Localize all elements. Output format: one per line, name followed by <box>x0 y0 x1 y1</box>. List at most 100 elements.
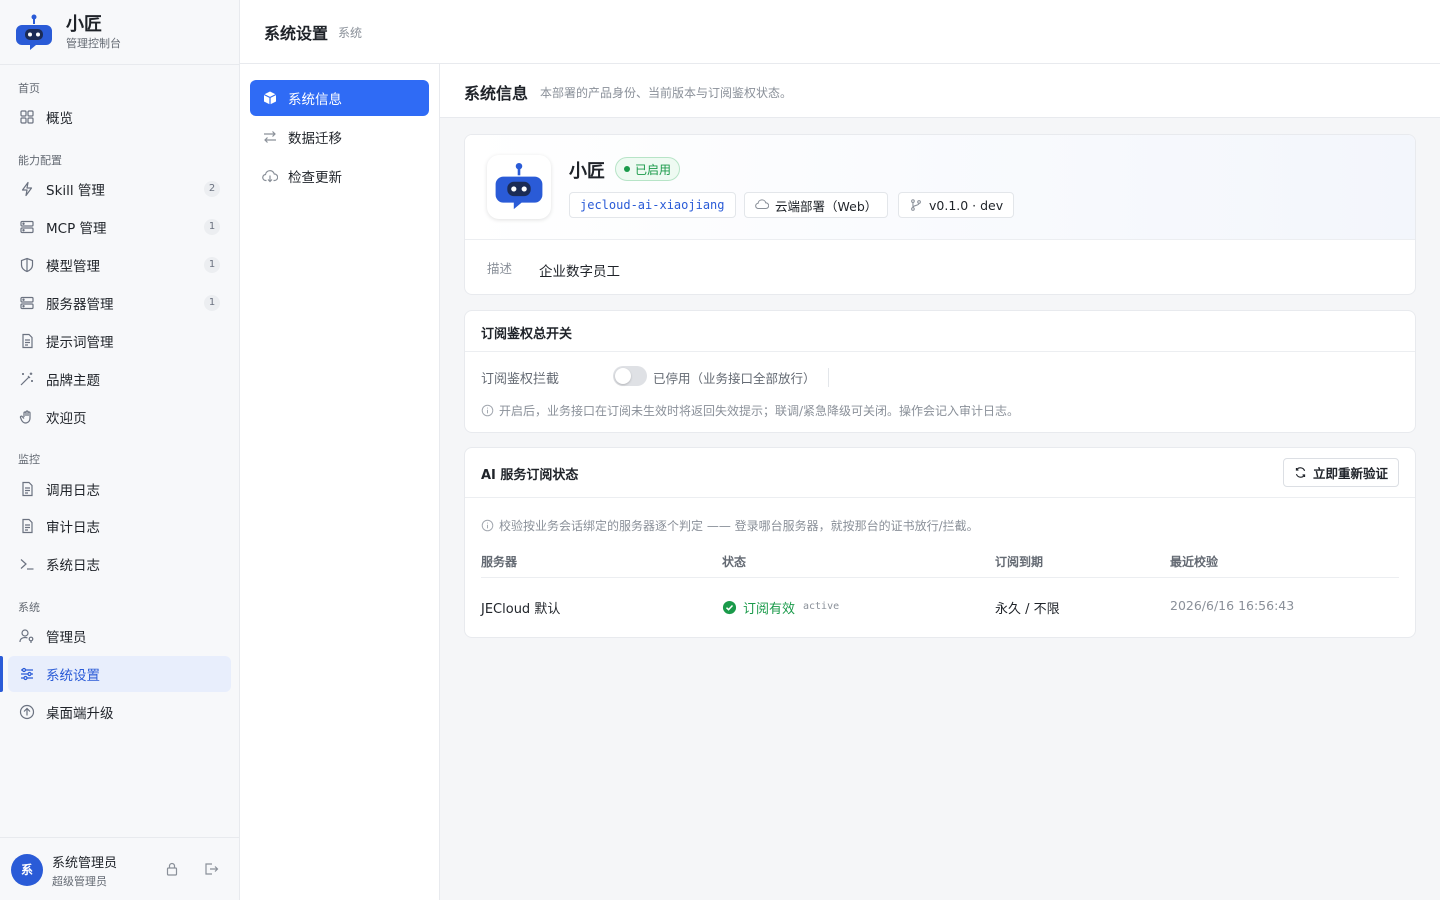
sidebar-item-brand-theme[interactable]: 品牌主题 <box>8 361 231 397</box>
sidebar-item-label: 审计日志 <box>46 520 100 536</box>
brand-subtitle: 管理控制台 <box>66 37 121 50</box>
sidebar-item-admins[interactable]: 管理员 <box>8 618 231 654</box>
nav-group-home: 首页 <box>18 82 40 95</box>
reverify-label: 立即重新验证 <box>1312 466 1388 481</box>
count-badge: 1 <box>204 295 220 311</box>
subnav-item-data-migration[interactable]: 数据迁移 <box>250 119 429 155</box>
subscription-hint: 校验按业务会话绑定的服务器逐个判定 —— 登录哪台服务器，就按那台的证书放行/拦… <box>481 517 979 534</box>
subnav-item-label: 数据迁移 <box>288 131 342 147</box>
brand-name: 小匠 <box>66 14 102 35</box>
product-header: 小匠 已启用 jecloud-ai-xiaojiang 云端部署（Web） v0… <box>465 135 1415 240</box>
terminal-icon <box>19 556 35 572</box>
git-branch-icon <box>909 198 923 212</box>
sidebar-item-label: 桌面端升级 <box>46 706 114 722</box>
sidebar-item-label: 系统日志 <box>46 558 100 574</box>
top-header: 系统设置 系统 <box>240 0 1440 64</box>
sidebar-item-label: 调用日志 <box>46 483 100 499</box>
cell-status: 订阅有效 <box>722 598 795 617</box>
document-icon <box>19 518 35 534</box>
section-title: 系统信息 <box>464 84 529 103</box>
sliders-icon <box>19 666 35 682</box>
column-header-last-check: 最近校验 <box>1170 555 1219 569</box>
card-header: 订阅鉴权总开关 <box>465 311 1415 352</box>
sidebar-item-servers[interactable]: 服务器管理 1 <box>8 285 231 321</box>
document-icon <box>19 333 35 349</box>
sidebar-item-label: MCP 管理 <box>46 221 107 237</box>
document-icon <box>19 481 35 497</box>
info-icon <box>481 404 494 417</box>
breadcrumb[interactable]: 系统 <box>338 24 362 41</box>
sidebar-item-system-log[interactable]: 系统日志 <box>8 546 231 582</box>
status-text: 订阅有效 <box>743 602 796 617</box>
sidebar-item-settings[interactable]: 系统设置 <box>8 656 231 692</box>
column-header-status: 状态 <box>722 555 747 569</box>
sidebar-item-audit-log[interactable]: 审计日志 <box>8 508 231 544</box>
column-header-expiry: 订阅到期 <box>995 555 1044 569</box>
card-title: 订阅鉴权总开关 <box>481 327 573 342</box>
lock-icon[interactable] <box>164 861 180 877</box>
subnav-item-label: 检查更新 <box>288 170 342 186</box>
reverify-button[interactable]: 立即重新验证 <box>1282 458 1399 487</box>
sidebar-item-desktop-upgrade[interactable]: 桌面端升级 <box>8 694 231 730</box>
count-badge: 1 <box>204 257 220 273</box>
sidebar-item-skill[interactable]: Skill 管理 2 <box>8 171 231 207</box>
subnav-item-check-update[interactable]: 检查更新 <box>250 158 429 194</box>
column-header-server: 服务器 <box>481 555 518 569</box>
sidebar-item-call-log[interactable]: 调用日志 <box>8 471 231 507</box>
sidebar-item-label: 管理员 <box>46 630 87 646</box>
brand[interactable]: 小匠 管理控制台 <box>14 12 121 54</box>
subscription-card: AI 服务订阅状态 立即重新验证 校验按业务会话绑定的服务器逐个判定 —— 登录… <box>464 447 1416 638</box>
table-divider <box>481 577 1399 578</box>
active-indicator <box>0 656 3 692</box>
logout-icon[interactable] <box>203 861 219 877</box>
page-title: 系统设置 <box>264 24 329 43</box>
wave-hand-icon <box>19 409 35 425</box>
sidebar-item-prompt[interactable]: 提示词管理 <box>8 323 231 359</box>
sidebar-item-model[interactable]: 模型管理 1 <box>8 247 231 283</box>
shield-icon <box>19 257 35 273</box>
sidebar-item-label: 模型管理 <box>46 259 100 275</box>
cell-last-check: 2026/6/16 16:56:43 <box>1170 598 1295 613</box>
subnav-item-system-info[interactable]: 系统信息 <box>250 80 429 116</box>
sidebar-item-label: 服务器管理 <box>46 297 114 313</box>
user-role: 超级管理员 <box>52 875 107 888</box>
sidebar-item-welcome[interactable]: 欢迎页 <box>8 399 231 435</box>
sidebar-item-label: 欢迎页 <box>46 411 87 427</box>
sidebar-item-label: 提示词管理 <box>46 335 114 351</box>
cell-expiry: 永久 / 不限 <box>995 602 1060 617</box>
server-icon <box>19 219 35 235</box>
sidebar-item-label: 概览 <box>46 111 73 127</box>
sidebar-item-overview[interactable]: 概览 <box>8 99 231 135</box>
swap-icon <box>262 129 278 145</box>
version-text: v0.1.0 · dev <box>929 197 1004 213</box>
auth-toggle-label: 订阅鉴权拦截 <box>481 372 560 387</box>
grid-icon <box>19 109 35 125</box>
count-badge: 2 <box>204 181 220 197</box>
sidebar-item-label: Skill 管理 <box>46 183 105 199</box>
hint-text: 开启后，业务接口在订阅未生效时将返回失效提示；联调/紧急降级可关闭。操作会记入审… <box>499 404 1020 418</box>
sidebar-item-mcp[interactable]: MCP 管理 1 <box>8 209 231 245</box>
nav-group-capability: 能力配置 <box>18 154 62 167</box>
auth-intercept-toggle[interactable] <box>613 366 647 386</box>
auth-switch-card: 订阅鉴权总开关 订阅鉴权拦截 已停用（业务接口全部放行） 开启后，业务接口在订阅… <box>464 310 1416 433</box>
magic-wand-icon <box>19 371 35 387</box>
sidebar-item-label: 系统设置 <box>46 668 100 684</box>
description-label: 描述 <box>487 261 513 276</box>
sidebar: 小匠 管理控制台 首页 概览 能力配置 Skill 管理 2 MCP 管理 1 … <box>0 0 240 900</box>
auth-hint: 开启后，业务接口在订阅未生效时将返回失效提示；联调/紧急降级可关闭。操作会记入审… <box>481 402 1019 419</box>
divider <box>0 64 240 65</box>
user-key-icon <box>19 628 35 644</box>
status-dot-icon <box>624 166 630 172</box>
info-icon <box>481 519 494 532</box>
section-header: 系统信息 本部署的产品身份、当前版本与订阅鉴权状态。 <box>440 64 1440 118</box>
toggle-knob <box>615 368 631 384</box>
nav-group-monitor: 监控 <box>18 453 40 466</box>
check-circle-icon <box>722 600 737 615</box>
version-tag: v0.1.0 · dev <box>898 192 1015 218</box>
avatar[interactable]: 系 <box>11 854 43 886</box>
cube-icon <box>262 90 278 106</box>
sidebar-item-label: 品牌主题 <box>46 373 100 389</box>
section-description: 本部署的产品身份、当前版本与订阅鉴权状态。 <box>540 86 793 100</box>
user-profile: 系 系统管理员 超级管理员 <box>0 837 240 900</box>
cloud-download-icon <box>262 168 278 184</box>
